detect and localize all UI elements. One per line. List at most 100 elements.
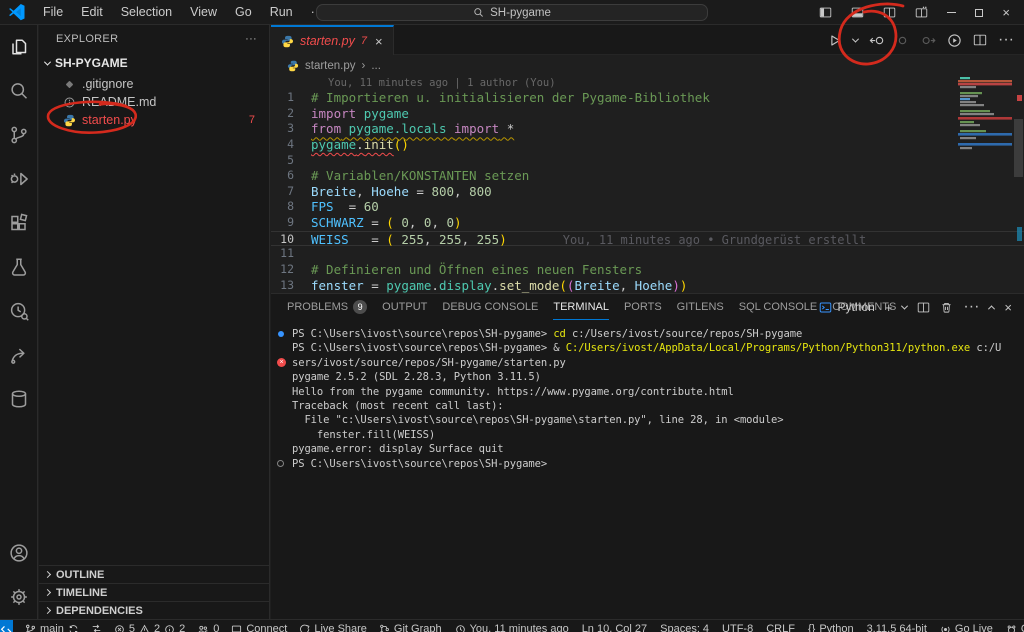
project-root-folder[interactable]: SH-PYGAME bbox=[39, 53, 269, 73]
editor-more-actions-icon[interactable]: ··· bbox=[998, 31, 1014, 49]
encoding-item[interactable]: UTF-8 bbox=[722, 620, 753, 632]
panel-tab-output[interactable]: OUTPUT bbox=[382, 294, 427, 320]
explorer-icon[interactable] bbox=[0, 25, 38, 69]
menu-go[interactable]: Go bbox=[226, 5, 261, 19]
code-line[interactable]: 7Breite, Hoehe = 800, 800 bbox=[271, 184, 1024, 200]
open-changes-prev-icon[interactable] bbox=[869, 33, 884, 48]
accounts-icon[interactable] bbox=[0, 531, 38, 575]
source-control-icon[interactable] bbox=[0, 113, 38, 157]
panel-tab-gitlens[interactable]: GITLENS bbox=[677, 294, 724, 320]
customize-layout-icon[interactable] bbox=[915, 6, 928, 19]
testing-flask-icon[interactable] bbox=[0, 245, 38, 289]
code-line[interactable]: 13fenster = pygame.display.set_mode((Bre… bbox=[271, 278, 1024, 294]
line-text: import pygame bbox=[311, 106, 409, 122]
branch-indicator[interactable]: main bbox=[25, 620, 79, 632]
panel-more-actions-icon[interactable]: ··· bbox=[963, 298, 979, 316]
settings-gear-icon[interactable] bbox=[0, 575, 38, 619]
run-in-terminal-icon[interactable] bbox=[947, 33, 962, 48]
explorer-more-icon[interactable]: ··· bbox=[245, 33, 257, 45]
menu-view[interactable]: View bbox=[181, 5, 226, 19]
split-editor-icon[interactable] bbox=[883, 6, 896, 19]
kill-terminal-icon[interactable] bbox=[940, 301, 953, 314]
line-number: 7 bbox=[271, 184, 311, 200]
window-close-icon[interactable]: × bbox=[1002, 6, 1010, 19]
terminal-output[interactable]: PS C:\Users\ivost\source\repos\SH-pygame… bbox=[279, 327, 1014, 619]
eol-item[interactable]: CRLF bbox=[766, 620, 795, 632]
prev-change-icon[interactable] bbox=[895, 33, 910, 48]
python-interpreter-item[interactable]: 3.11.5 64-bit bbox=[867, 620, 927, 632]
file-label: starten.py bbox=[82, 113, 137, 127]
menu-edit[interactable]: Edit bbox=[72, 5, 112, 19]
search-sidebar-icon[interactable] bbox=[0, 69, 38, 113]
section-dependencies[interactable]: DEPENDENCIES bbox=[39, 601, 269, 619]
problems-summary[interactable]: 5 2 2 bbox=[114, 620, 185, 632]
compare-branch-item[interactable] bbox=[91, 620, 102, 632]
close-panel-icon[interactable]: × bbox=[1004, 301, 1012, 314]
quokka-item[interactable]: Quokka bbox=[1006, 620, 1024, 632]
tab-starten-py[interactable]: starten.py 7 × bbox=[271, 25, 394, 55]
liveshare-item[interactable]: Live Share bbox=[299, 620, 367, 632]
section-timeline[interactable]: TIMELINE bbox=[39, 583, 269, 601]
language-mode-item[interactable]: {} Python bbox=[808, 620, 854, 632]
share-arrow-icon[interactable] bbox=[0, 333, 38, 377]
database-icon[interactable] bbox=[0, 377, 38, 421]
code-line[interactable]: 6# Variablen/KONSTANTEN setzen bbox=[271, 168, 1024, 184]
run-dropdown-icon[interactable] bbox=[852, 35, 859, 42]
code-line[interactable]: 11 bbox=[271, 246, 1024, 262]
cursor-position-item[interactable]: Ln 10, Col 27 bbox=[582, 620, 647, 632]
split-editor-right-icon[interactable] bbox=[973, 33, 987, 47]
next-change-icon[interactable] bbox=[921, 33, 936, 48]
section-outline[interactable]: OUTLINE bbox=[39, 565, 269, 583]
maximize-panel-icon[interactable] bbox=[988, 305, 995, 312]
code-line[interactable]: 8FPS = 60 bbox=[271, 199, 1024, 215]
breadcrumb[interactable]: starten.py › ... bbox=[271, 55, 1024, 76]
code-line[interactable]: 4pygame.init() bbox=[271, 137, 1024, 153]
extensions-icon[interactable] bbox=[0, 201, 38, 245]
maximize-icon[interactable] bbox=[975, 9, 983, 17]
tab-close-icon[interactable]: × bbox=[375, 34, 383, 49]
sql-connect-item[interactable]: Connect bbox=[231, 620, 287, 632]
panel-tab-sql-console[interactable]: SQL CONSOLE bbox=[739, 294, 817, 320]
panel-tab-debug-console[interactable]: DEBUG CONSOLE bbox=[442, 294, 538, 320]
menu-selection[interactable]: Selection bbox=[112, 5, 181, 19]
code-line[interactable]: 2import pygame bbox=[271, 106, 1024, 122]
terminal-instance[interactable]: Python bbox=[819, 300, 874, 314]
code-line[interactable]: 12# Definieren und Öffnen eines neuen Fe… bbox=[271, 262, 1024, 278]
remote-indicator[interactable] bbox=[0, 620, 13, 632]
gitlens-codelens[interactable]: You, 11 minutes ago | 1 author (You) bbox=[271, 77, 1024, 90]
panel-tab-problems[interactable]: PROBLEMS9 bbox=[287, 294, 367, 320]
menu-run[interactable]: Run bbox=[261, 5, 302, 19]
panel-tab-ports[interactable]: PORTS bbox=[624, 294, 662, 320]
code-line[interactable]: 5 bbox=[271, 153, 1024, 169]
indentation-item[interactable]: Spaces: 4 bbox=[660, 620, 709, 632]
toggle-sidebar-icon[interactable] bbox=[819, 6, 832, 19]
liveshare-participants[interactable]: 0 bbox=[197, 620, 219, 632]
code-editor[interactable]: You, 11 minutes ago | 1 author (You) 1# … bbox=[271, 77, 1024, 293]
split-terminal-icon[interactable] bbox=[917, 301, 930, 314]
editor-scrollbar[interactable] bbox=[1014, 119, 1023, 177]
braces-icon: {} bbox=[808, 623, 815, 632]
terminal-dropdown-icon[interactable] bbox=[901, 302, 908, 309]
gitgraph-item[interactable]: Git Graph bbox=[379, 620, 442, 632]
go-live-item[interactable]: Go Live bbox=[940, 620, 993, 632]
code-line[interactable]: 10WEISS = ( 255, 255, 255)You, 11 minute… bbox=[271, 231, 1024, 247]
run-debug-icon[interactable] bbox=[0, 157, 38, 201]
code-line[interactable]: 3from pygame.locals import * bbox=[271, 121, 1024, 137]
search-box[interactable]: SH-pygame bbox=[316, 4, 708, 21]
minimize-icon[interactable] bbox=[947, 12, 956, 13]
toggle-panel-icon[interactable] bbox=[851, 6, 864, 19]
new-terminal-icon[interactable]: + bbox=[885, 301, 893, 314]
file-item-gitignore[interactable]: .gitignore bbox=[39, 75, 269, 93]
file-item-startenpy[interactable]: starten.py 7 bbox=[39, 111, 269, 129]
code-line[interactable]: 9SCHWARZ = ( 0, 0, 0) bbox=[271, 215, 1024, 231]
command-success-indicator bbox=[278, 331, 284, 337]
run-python-file-icon[interactable] bbox=[827, 33, 842, 48]
blame-status-item[interactable]: You, 11 minutes ago bbox=[455, 620, 569, 632]
file-item-READMEmd[interactable]: README.md bbox=[39, 93, 269, 111]
file-problem-badge: 7 bbox=[249, 114, 255, 126]
code-line[interactable]: 1# Importieren u. initialisieren der Pyg… bbox=[271, 90, 1024, 106]
history-inspect-icon[interactable] bbox=[0, 289, 38, 333]
menu-file[interactable]: File bbox=[34, 5, 72, 19]
minimap[interactable] bbox=[958, 77, 1012, 163]
panel-tab-terminal[interactable]: TERMINAL bbox=[553, 294, 609, 320]
